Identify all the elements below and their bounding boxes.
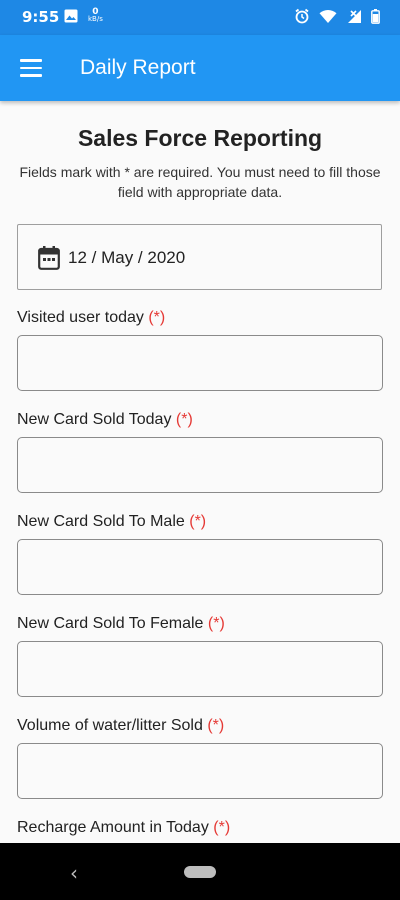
field-label-text: New Card Sold To Male: [17, 513, 185, 530]
new-card-sold-label: New Card Sold Today (*): [17, 411, 193, 429]
card-sold-female-input[interactable]: [17, 641, 383, 697]
card-sold-female-label: New Card Sold To Female (*): [17, 615, 225, 633]
menu-icon[interactable]: [20, 59, 42, 77]
report-form: Sales Force Reporting Fields mark with *…: [0, 101, 400, 843]
required-marker: (*): [207, 615, 225, 632]
required-marker: (*): [175, 411, 193, 428]
wifi-icon: [319, 9, 337, 23]
page-subtitle: Fields mark with * are required. You mus…: [19, 164, 381, 200]
recharge-amount-label: Recharge Amount in Today (*): [17, 819, 230, 837]
field-label-text: Visited user today: [17, 309, 144, 326]
water-volume-label: Volume of water/litter Sold (*): [17, 717, 224, 735]
field-label-text: New Card Sold To Female: [17, 615, 204, 632]
back-icon[interactable]: ‹: [70, 861, 78, 885]
image-icon: [64, 9, 78, 23]
alarm-icon: [295, 8, 309, 24]
field-label-text: Recharge Amount in Today: [17, 819, 209, 836]
card-sold-male-label: New Card Sold To Male (*): [17, 513, 206, 531]
status-bar: 9:55 0 kB/s: [0, 0, 400, 35]
home-pill-button[interactable]: [184, 866, 216, 878]
date-value: 12 / May / 2020: [68, 248, 186, 267]
required-marker: (*): [148, 309, 166, 326]
data-rate-unit: kB/s: [88, 15, 103, 23]
visited-user-label: Visited user today (*): [17, 309, 165, 327]
required-marker: (*): [213, 819, 231, 836]
required-marker: (*): [207, 717, 225, 734]
new-card-sold-input[interactable]: [17, 437, 383, 493]
status-right-icons: [294, 8, 380, 24]
status-left-icons: 0 kB/s: [64, 8, 103, 23]
data-rate: 0 kB/s: [88, 8, 103, 23]
water-volume-input[interactable]: [17, 743, 383, 799]
system-nav-bar: ‹: [0, 843, 400, 900]
field-label-text: New Card Sold Today: [17, 411, 172, 428]
signal-icon: [348, 9, 361, 23]
date-picker[interactable]: 12 / May / 2020: [17, 224, 382, 290]
app-title: Daily Report: [80, 56, 196, 79]
status-time: 9:55: [22, 8, 60, 26]
card-sold-male-input[interactable]: [17, 539, 383, 595]
app-bar: Daily Report: [0, 35, 400, 101]
page-heading: Sales Force Reporting: [77, 125, 323, 151]
required-marker: (*): [189, 513, 207, 530]
visited-user-input[interactable]: [17, 335, 383, 391]
calendar-icon: [38, 246, 60, 270]
battery-icon: [371, 8, 380, 24]
field-label-text: Volume of water/litter Sold: [17, 717, 203, 734]
